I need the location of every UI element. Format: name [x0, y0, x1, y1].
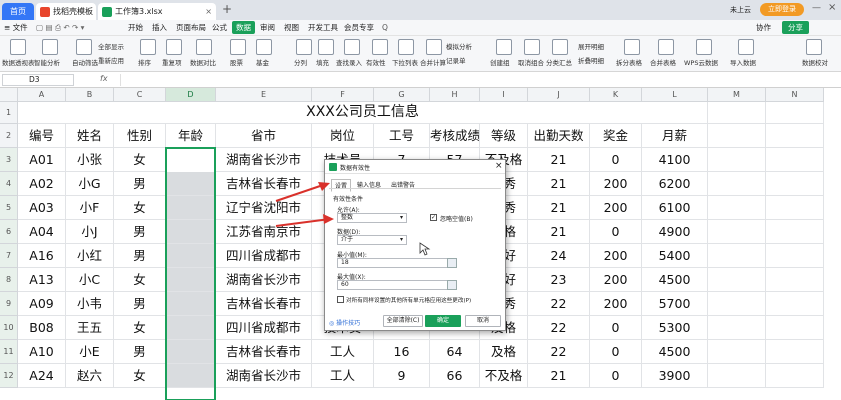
mouse-cursor-icon	[419, 242, 431, 256]
annotation-arrows	[275, 182, 431, 256]
arrow-to-settings-tab	[275, 182, 330, 202]
arrow-to-allow-select	[275, 214, 334, 227]
